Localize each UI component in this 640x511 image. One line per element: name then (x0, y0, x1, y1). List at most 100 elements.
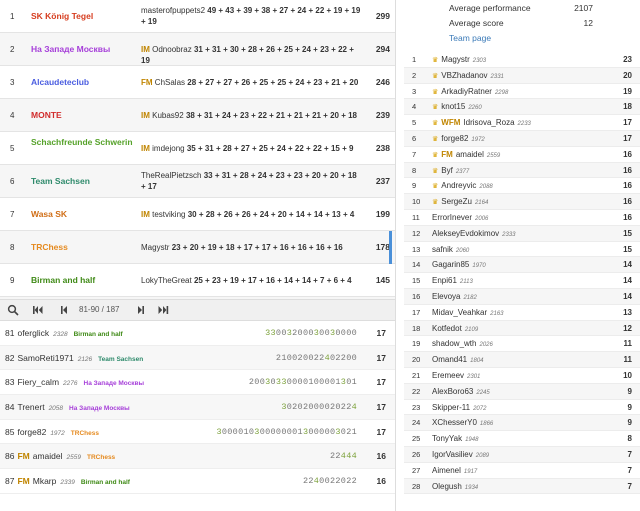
team-name-link[interactable]: Team Sachsen (31, 175, 136, 187)
list-player-name[interactable]: amaidel (456, 150, 484, 159)
list-item[interactable]: 19 shadow_wth 2026 11 (404, 336, 640, 353)
list-item[interactable]: 25 TonyYak 1948 8 (404, 431, 640, 447)
list-item[interactable]: 22 AlexBoro63 2245 9 (404, 383, 640, 400)
team-name-link[interactable]: MONTE (31, 109, 136, 121)
list-player-name[interactable]: AlekseyEvdokimov (432, 229, 499, 238)
list-player-name[interactable]: Magystr (441, 55, 469, 64)
list-item[interactable]: 20 Omand41 1804 11 (404, 352, 640, 368)
list-item[interactable]: 11 ErrorInever 2006 16 (404, 209, 640, 226)
team-row[interactable]: 9 Birman and half LokyTheGreat 25 + 23 + 1… (0, 264, 395, 297)
player-team-link[interactable]: На Западе Москвы (84, 380, 145, 387)
list-item[interactable]: 17 Midav_Veahkar 2163 13 (404, 304, 640, 321)
table-row[interactable]: 84 Trenert 2058 На Западе Москвы 30202000020… (0, 395, 395, 420)
top-player-name[interactable]: TheRealPietzsch (141, 171, 201, 180)
last-page-icon[interactable] (156, 304, 170, 318)
list-player-name[interactable]: Byf (441, 166, 453, 175)
player-team-link[interactable]: Team Sachsen (98, 356, 143, 363)
list-item[interactable]: 27 Aimenel 1917 7 (404, 462, 640, 479)
table-row[interactable]: 82 SamoReti1971 2126 Team Sachsen 2100200224… (0, 345, 395, 371)
player-name-link[interactable]: oferglick (17, 328, 49, 338)
list-player-name[interactable]: Skipper-11 (432, 403, 470, 412)
list-player-name[interactable]: XChesserY0 (432, 418, 477, 427)
list-player-name[interactable]: Midav_Veahkar (432, 308, 487, 317)
list-player-name[interactable]: ErrorInever (432, 213, 472, 222)
player-name-link[interactable]: Mkarp (33, 476, 57, 486)
top-player-name[interactable]: ChSalas (155, 78, 185, 87)
team-row[interactable]: 6 Team Sachsen TheRealPietzsch 33 + 31 + 2… (0, 165, 395, 198)
list-item[interactable]: 18 Kotfedot 2109 12 (404, 320, 640, 337)
top-player-name[interactable]: imdejong (152, 144, 184, 153)
list-player-name[interactable]: Omand41 (432, 355, 467, 364)
list-item[interactable]: 13 safnik 2060 15 (404, 241, 640, 258)
table-row[interactable]: 81 oferglick 2328 Birman and half 3300320003… (0, 321, 395, 346)
team-name-link[interactable]: SK König Tegel (31, 10, 136, 22)
team-name-link[interactable]: Schachfreunde Schwerin (31, 136, 136, 148)
prev-page-icon[interactable] (57, 304, 71, 318)
team-page-link[interactable]: Team page (449, 33, 491, 43)
list-item[interactable]: 24 XChesserY0 1866 9 (404, 415, 640, 432)
list-player-name[interactable]: Kotfedot (432, 324, 462, 333)
player-name-link[interactable]: Fiery_calm (17, 377, 59, 387)
list-player-name[interactable]: shadow_wth (432, 339, 476, 348)
list-player-name[interactable]: TonyYak (432, 434, 462, 443)
list-player-name[interactable]: Aimenel (432, 466, 461, 475)
player-team-link[interactable]: TRChess (71, 430, 99, 437)
list-player-name[interactable]: Olegush (432, 482, 462, 491)
list-player-name[interactable]: Idrisova_Roza (463, 118, 514, 127)
list-item[interactable]: 15 Enpi61 2113 14 (404, 273, 640, 289)
list-item[interactable]: 28 Olegush 1934 7 (404, 478, 640, 495)
table-row[interactable]: 87 FM Mkarp 2339 Birman and half 2240022022 16 (0, 469, 395, 494)
team-row[interactable]: 1 SK König Tegel masterofpuppets2 49 + 43 … (0, 0, 395, 33)
team-row[interactable]: 2 На Западе Москвы IM Odnoobraz 31 + 31 + … (0, 33, 395, 66)
top-player-name[interactable]: Magystr (141, 243, 169, 252)
top-player-name[interactable]: Odnoobraz (152, 45, 192, 54)
team-row[interactable]: 4 MONTE IM Kubas92 38 + 31 + 24 + 23 + 22 … (0, 99, 395, 132)
list-item[interactable]: 6 ♛ forge82 1972 17 (404, 130, 640, 147)
list-player-name[interactable]: Elevoya (432, 292, 460, 301)
list-item[interactable]: 26 IgorVasiliev 2089 7 (404, 446, 640, 463)
team-name-link[interactable]: Wasa SK (31, 208, 136, 220)
top-player-name[interactable]: Kubas92 (152, 111, 184, 120)
list-player-name[interactable]: ArkadiyRatner (441, 87, 492, 96)
list-item[interactable]: 10 ♛ SergeZu 2164 16 (404, 194, 640, 210)
team-row[interactable]: 5 Schachfreunde Schwerin IM imdejong 35 + … (0, 132, 395, 165)
list-player-name[interactable]: Eremeev (432, 371, 464, 380)
list-player-name[interactable]: VBZhadanov (441, 71, 487, 80)
list-player-name[interactable]: IgorVasiliev (432, 450, 473, 459)
list-player-name[interactable]: Andreyvic (441, 181, 476, 190)
table-row[interactable]: 86 FM amaidel 2559 TRChess 22444 16 (0, 444, 395, 470)
list-player-name[interactable]: forge82 (441, 134, 468, 143)
team-name-link[interactable]: Alcaudeteclub (31, 76, 136, 88)
list-player-name[interactable]: Gagarin85 (432, 260, 469, 269)
team-name-link[interactable]: На Западе Москвы (31, 43, 136, 55)
list-item[interactable]: 7 ♛ FM amaidel 2559 16 (404, 146, 640, 163)
first-page-icon[interactable] (31, 304, 45, 318)
list-player-name[interactable]: AlexBoro63 (432, 387, 473, 396)
player-name-link[interactable]: forge82 (17, 427, 46, 437)
player-name-link[interactable]: amaidel (33, 451, 63, 461)
list-item[interactable]: 3 ♛ ArkadiyRatner 2298 19 (404, 83, 640, 100)
player-name-link[interactable]: SamoReti1971 (17, 353, 73, 363)
team-row[interactable]: 8 TRChess Magystr 23 + 20 + 19 + 18 + 17 +… (0, 231, 395, 264)
list-player-name[interactable]: SergeZu (441, 197, 472, 206)
top-player-name[interactable]: LokyTheGreat (141, 276, 192, 285)
top-player-name[interactable]: testviking (152, 210, 185, 219)
player-team-link[interactable]: TRChess (87, 454, 115, 461)
list-item[interactable]: 1 ♛ Magystr 2303 23 (404, 52, 640, 68)
list-item[interactable]: 12 AlekseyEvdokimov 2333 15 (404, 225, 640, 242)
top-player-name[interactable]: masterofpuppets2 (141, 6, 205, 15)
player-team-link[interactable]: Birman and half (74, 331, 123, 338)
list-item[interactable]: 14 Gagarin85 1970 14 (404, 257, 640, 274)
list-item[interactable]: 5 ♛ WFM Idrisova_Roza 2233 17 (404, 115, 640, 131)
player-team-link[interactable]: Birman and half (81, 479, 130, 486)
team-row[interactable]: 7 Wasa SK IM testviking 30 + 28 + 26 + 26 … (0, 198, 395, 231)
list-player-name[interactable]: knot15 (441, 102, 465, 111)
player-team-link[interactable]: На Западе Москвы (69, 405, 130, 412)
list-item[interactable]: 21 Eremeev 2301 10 (404, 367, 640, 384)
team-name-link[interactable]: TRChess (31, 241, 136, 253)
list-item[interactable]: 9 ♛ Andreyvic 2088 16 (404, 178, 640, 195)
player-name-link[interactable]: Trenert (17, 402, 44, 412)
table-row[interactable]: 83 Fiery_calm 2276 На Западе Москвы 20030330… (0, 370, 395, 396)
list-player-name[interactable]: Enpi61 (432, 276, 457, 285)
next-page-icon[interactable] (134, 304, 148, 318)
